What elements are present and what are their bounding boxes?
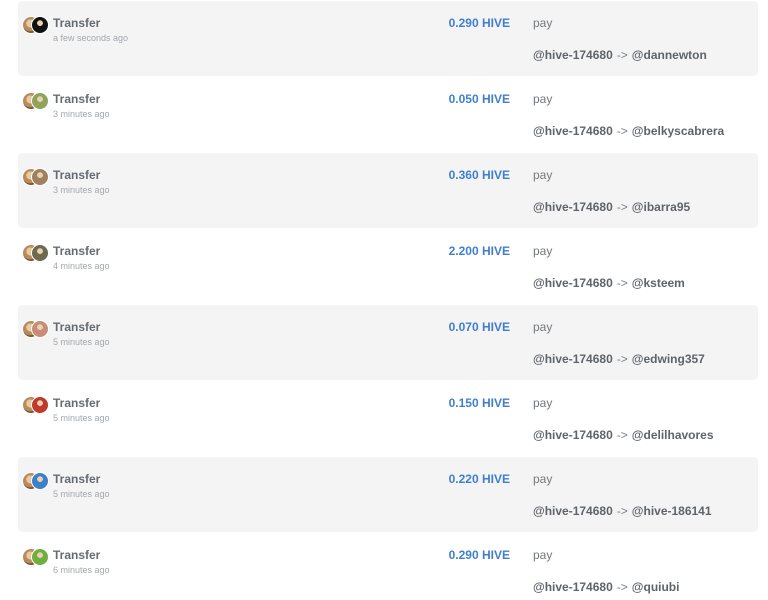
transaction-memo: pay	[533, 472, 553, 486]
receiver-avatar[interactable]	[31, 244, 49, 262]
transaction-time[interactable]: 4 minutes ago	[53, 261, 110, 271]
to-account-link[interactable]: @dannewton	[632, 48, 707, 62]
transaction-row: Transfer 5 minutes ago 0.150 HIVE pay @h…	[18, 381, 758, 456]
transaction-memo: pay	[533, 548, 553, 562]
to-account-link[interactable]: @ibarra95	[632, 200, 690, 214]
from-account-link[interactable]: @hive-174680	[533, 580, 613, 594]
transaction-feed: Transfer a few seconds ago 0.290 HIVE pa…	[0, 0, 768, 600]
avatar-pair	[22, 320, 50, 338]
avatar-pair	[22, 396, 50, 414]
transfer-route: @hive-174680 -> @ibarra95	[533, 200, 690, 214]
transaction-type: Transfer	[53, 92, 101, 106]
transaction-type: Transfer	[53, 244, 101, 258]
route-arrow: ->	[616, 580, 628, 594]
transaction-amount: 0.290 HIVE	[448, 16, 510, 30]
to-account-link[interactable]: @edwing357	[632, 352, 705, 366]
to-account-link[interactable]: @quiubi	[632, 580, 680, 594]
transaction-amount: 2.200 HIVE	[448, 244, 510, 258]
avatar-pair	[22, 168, 50, 186]
receiver-avatar[interactable]	[31, 320, 49, 338]
transfer-route: @hive-174680 -> @quiubi	[533, 580, 679, 594]
transaction-type: Transfer	[53, 472, 101, 486]
transaction-type: Transfer	[53, 168, 101, 182]
transaction-time[interactable]: 6 minutes ago	[53, 565, 110, 575]
route-arrow: ->	[616, 428, 628, 442]
to-account-link[interactable]: @ksteem	[632, 276, 685, 290]
transaction-memo: pay	[533, 244, 553, 258]
transaction-row: Transfer a few seconds ago 0.290 HIVE pa…	[18, 1, 758, 76]
transfer-route: @hive-174680 -> @hive-186141	[533, 504, 712, 518]
from-account-link[interactable]: @hive-174680	[533, 352, 613, 366]
transaction-memo: pay	[533, 396, 553, 410]
transaction-time[interactable]: 5 minutes ago	[53, 337, 110, 347]
avatar-pair	[22, 92, 50, 110]
to-account-link[interactable]: @delilhavores	[632, 428, 714, 442]
from-account-link[interactable]: @hive-174680	[533, 276, 613, 290]
from-account-link[interactable]: @hive-174680	[533, 504, 613, 518]
transaction-row: Transfer 4 minutes ago 2.200 HIVE pay @h…	[18, 229, 758, 304]
transaction-memo: pay	[533, 168, 553, 182]
transaction-amount: 0.290 HIVE	[448, 548, 510, 562]
transaction-type: Transfer	[53, 396, 101, 410]
route-arrow: ->	[616, 504, 628, 518]
transaction-amount: 0.360 HIVE	[448, 168, 510, 182]
transaction-time[interactable]: 5 minutes ago	[53, 489, 110, 499]
from-account-link[interactable]: @hive-174680	[533, 428, 613, 442]
transaction-row: Transfer 3 minutes ago 0.050 HIVE pay @h…	[18, 77, 758, 152]
to-account-link[interactable]: @belkyscabrera	[632, 124, 724, 138]
avatar-pair	[22, 472, 50, 490]
receiver-avatar[interactable]	[31, 92, 49, 110]
transaction-row: Transfer 5 minutes ago 0.070 HIVE pay @h…	[18, 305, 758, 380]
transaction-type: Transfer	[53, 16, 101, 30]
transaction-time[interactable]: a few seconds ago	[53, 33, 128, 43]
transaction-memo: pay	[533, 16, 553, 30]
transaction-amount: 0.150 HIVE	[448, 396, 510, 410]
from-account-link[interactable]: @hive-174680	[533, 124, 613, 138]
transaction-type: Transfer	[53, 320, 101, 334]
route-arrow: ->	[616, 200, 628, 214]
transaction-time[interactable]: 5 minutes ago	[53, 413, 110, 423]
avatar-pair	[22, 16, 50, 34]
route-arrow: ->	[616, 276, 628, 290]
transfer-route: @hive-174680 -> @delilhavores	[533, 428, 714, 442]
transaction-memo: pay	[533, 92, 553, 106]
route-arrow: ->	[616, 352, 628, 366]
receiver-avatar[interactable]	[31, 168, 49, 186]
from-account-link[interactable]: @hive-174680	[533, 200, 613, 214]
from-account-link[interactable]: @hive-174680	[533, 48, 613, 62]
transaction-time[interactable]: 3 minutes ago	[53, 109, 110, 119]
to-account-link[interactable]: @hive-186141	[632, 504, 712, 518]
transfer-route: @hive-174680 -> @ksteem	[533, 276, 685, 290]
transaction-row: Transfer 6 minutes ago 0.290 HIVE pay @h…	[18, 533, 758, 600]
route-arrow: ->	[616, 124, 628, 138]
transfer-route: @hive-174680 -> @belkyscabrera	[533, 124, 724, 138]
route-arrow: ->	[616, 48, 628, 62]
transaction-row: Transfer 3 minutes ago 0.360 HIVE pay @h…	[18, 153, 758, 228]
transaction-amount: 0.070 HIVE	[448, 320, 510, 334]
transaction-amount: 0.220 HIVE	[448, 472, 510, 486]
receiver-avatar[interactable]	[31, 472, 49, 490]
receiver-avatar[interactable]	[31, 396, 49, 414]
transaction-memo: pay	[533, 320, 553, 334]
transaction-row: Transfer 5 minutes ago 0.220 HIVE pay @h…	[18, 457, 758, 532]
transaction-type: Transfer	[53, 548, 101, 562]
transfer-route: @hive-174680 -> @edwing357	[533, 352, 705, 366]
transaction-time[interactable]: 3 minutes ago	[53, 185, 110, 195]
transfer-route: @hive-174680 -> @dannewton	[533, 48, 707, 62]
receiver-avatar[interactable]	[31, 548, 49, 566]
transaction-amount: 0.050 HIVE	[448, 92, 510, 106]
receiver-avatar[interactable]	[31, 16, 49, 34]
avatar-pair	[22, 244, 50, 262]
avatar-pair	[22, 548, 50, 566]
